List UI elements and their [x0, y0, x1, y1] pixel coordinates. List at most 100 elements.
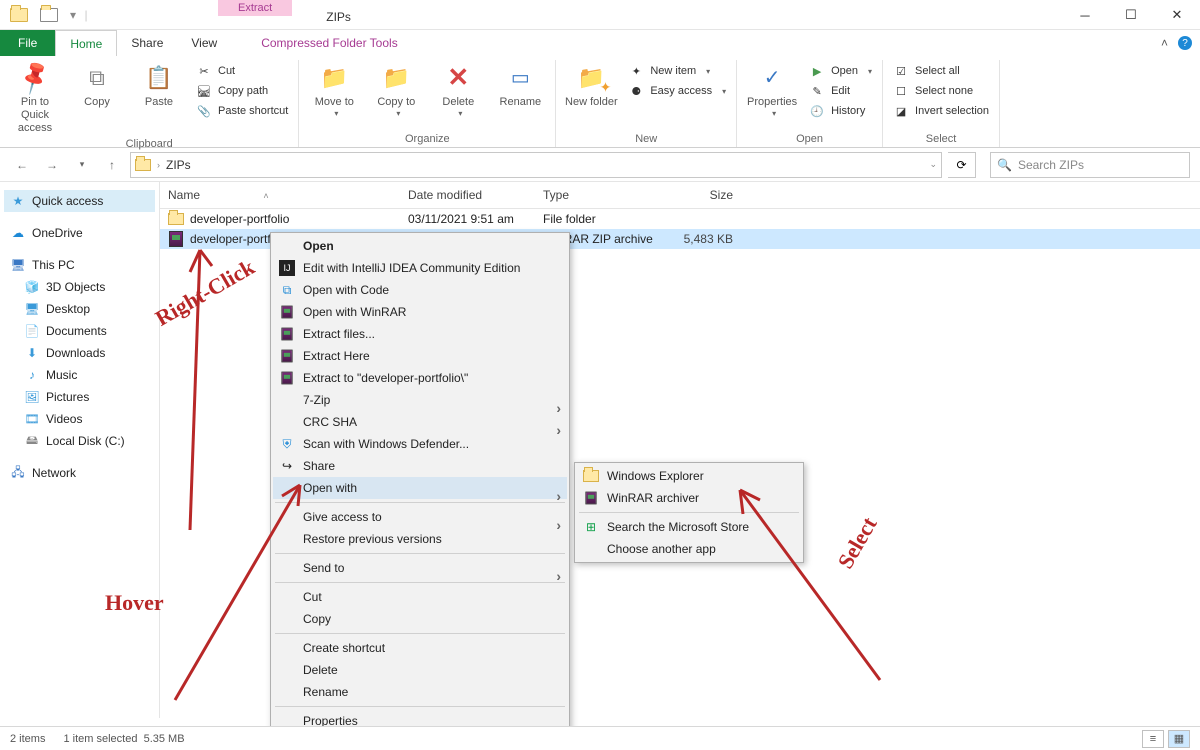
tab-compressed-tools[interactable]: Compressed Folder Tools: [247, 30, 412, 56]
ctx-give-access[interactable]: Give access to: [273, 506, 567, 528]
easy-access-button[interactable]: ⚈Easy access: [624, 82, 730, 100]
sidebar-3d-objects[interactable]: 🧊3D Objects: [4, 276, 155, 298]
search-input[interactable]: 🔍 Search ZIPs: [990, 152, 1190, 178]
ctx-open-with[interactable]: Open with: [273, 477, 567, 499]
ctx-crc[interactable]: CRC SHA: [273, 411, 567, 433]
ctx-defender[interactable]: ⛨Scan with Windows Defender...: [273, 433, 567, 455]
minimize-button[interactable]: ─: [1062, 0, 1108, 30]
pin-to-quick-access-button[interactable]: 📌Pin to Quick access: [6, 60, 64, 136]
qat-folder-icon[interactable]: [4, 0, 34, 30]
delete-button[interactable]: ✕Delete: [429, 60, 487, 119]
forward-button[interactable]: →: [40, 153, 64, 177]
submenu-store[interactable]: ⊞Search the Microsoft Store: [577, 516, 801, 538]
col-name[interactable]: Name ˄: [168, 182, 408, 208]
ctx-share[interactable]: ↪Share: [273, 455, 567, 477]
ctx-create-shortcut[interactable]: Create shortcut: [273, 637, 567, 659]
open-button[interactable]: ▶Open: [805, 62, 876, 80]
sidebar-network[interactable]: 🖧Network: [4, 462, 155, 484]
videos-icon: 🎞: [24, 411, 40, 427]
copy-to-button[interactable]: 📁Copy to: [367, 60, 425, 119]
paste-shortcut-button[interactable]: 📎Paste shortcut: [192, 102, 292, 120]
ctx-delete[interactable]: Delete: [273, 659, 567, 681]
tab-view[interactable]: View: [177, 30, 231, 56]
select-all-button[interactable]: ☑Select all: [889, 62, 993, 80]
cut-button[interactable]: ✂Cut: [192, 62, 292, 80]
sidebar-documents[interactable]: 📄Documents: [4, 320, 155, 342]
edit-button[interactable]: ✎Edit: [805, 82, 876, 100]
easy-access-icon: ⚈: [628, 83, 644, 99]
context-menu: Open IJEdit with IntelliJ IDEA Community…: [270, 232, 570, 735]
properties-button[interactable]: ✓Properties: [743, 60, 801, 119]
submenu-explorer[interactable]: Windows Explorer: [577, 465, 801, 487]
select-none-button[interactable]: ☐Select none: [889, 82, 993, 100]
new-item-button[interactable]: ✦New item: [624, 62, 730, 80]
thumbnails-view-button[interactable]: ▦: [1168, 730, 1190, 748]
tab-share[interactable]: Share: [117, 30, 177, 56]
col-type[interactable]: Type: [543, 182, 653, 208]
submenu-choose-app[interactable]: Choose another app: [577, 538, 801, 560]
invert-icon: ◪: [893, 103, 909, 119]
ctx-send-to[interactable]: Send to: [273, 557, 567, 579]
paste-button[interactable]: 📋Paste: [130, 60, 188, 109]
rename-button[interactable]: ▭Rename: [491, 60, 549, 109]
maximize-button[interactable]: ☐: [1108, 0, 1154, 30]
help-icon[interactable]: ?: [1178, 36, 1192, 50]
sidebar-local-disk[interactable]: 🖴Local Disk (C:): [4, 430, 155, 452]
copy-path-button[interactable]: 🛤Copy path: [192, 82, 292, 100]
collapse-ribbon-icon[interactable]: ˄: [1161, 36, 1168, 50]
col-size[interactable]: Size: [653, 182, 733, 208]
group-organize-label: Organize: [305, 131, 549, 147]
ctx-winrar-open[interactable]: Open with WinRAR: [273, 301, 567, 323]
status-item-count: 2 items: [10, 733, 45, 745]
sidebar-music[interactable]: ♪Music: [4, 364, 155, 386]
file-row-folder[interactable]: developer-portfolio 03/11/2021 9:51 am F…: [160, 209, 1200, 229]
ctx-cut[interactable]: Cut: [273, 586, 567, 608]
new-folder-button[interactable]: 📁✦New folder: [562, 60, 620, 109]
details-view-button[interactable]: ≡: [1142, 730, 1164, 748]
up-button[interactable]: ↑: [100, 153, 124, 177]
music-icon: ♪: [24, 367, 40, 383]
status-bar: 2 items 1 item selected 5.35 MB ≡ ▦: [0, 726, 1200, 750]
address-bar[interactable]: › ZIPs ⌄: [130, 152, 942, 178]
back-button[interactable]: ←: [10, 153, 34, 177]
tab-home[interactable]: Home: [55, 30, 117, 56]
refresh-button[interactable]: ⟳: [948, 152, 976, 178]
tab-file[interactable]: File: [0, 30, 55, 56]
col-date[interactable]: Date modified: [408, 182, 543, 208]
pictures-icon: 🖼: [24, 389, 40, 405]
ctx-extract-files[interactable]: Extract files...: [273, 323, 567, 345]
disk-icon: 🖴: [24, 433, 40, 449]
invert-selection-button[interactable]: ◪Invert selection: [889, 102, 993, 120]
ctx-restore-versions[interactable]: Restore previous versions: [273, 528, 567, 550]
history-button[interactable]: 🕘History: [805, 102, 876, 120]
move-to-button[interactable]: 📁Move to: [305, 60, 363, 119]
ctx-intellij[interactable]: IJEdit with IntelliJ IDEA Community Edit…: [273, 257, 567, 279]
ctx-7zip[interactable]: 7-Zip: [273, 389, 567, 411]
sidebar-pictures[interactable]: 🖼Pictures: [4, 386, 155, 408]
downloads-icon: ⬇: [24, 345, 40, 361]
ctx-rename[interactable]: Rename: [273, 681, 567, 703]
qat-dropdown[interactable]: ▾: [64, 0, 82, 30]
copy-button[interactable]: ⧉Copy: [68, 60, 126, 109]
sidebar-desktop[interactable]: 🖥Desktop: [4, 298, 155, 320]
sidebar-quick-access[interactable]: ★Quick access: [4, 190, 155, 212]
column-headers[interactable]: Name ˄ Date modified Type Size: [160, 182, 1200, 209]
close-button[interactable]: ✕: [1154, 0, 1200, 30]
ctx-extract-here[interactable]: Extract Here: [273, 345, 567, 367]
qat-props-icon[interactable]: [34, 0, 64, 30]
ctx-copy[interactable]: Copy: [273, 608, 567, 630]
ctx-vscode[interactable]: ⧉Open with Code: [273, 279, 567, 301]
ribbon-tabs: File Home Share View Compressed Folder T…: [0, 30, 1200, 56]
sidebar-this-pc[interactable]: 🖥This PC: [4, 254, 155, 276]
sidebar-onedrive[interactable]: ☁OneDrive: [4, 222, 155, 244]
winrar-icon: [279, 326, 295, 342]
ctx-open[interactable]: Open: [273, 235, 567, 257]
cube-icon: 🧊: [24, 279, 40, 295]
extract-context-header: Extract: [218, 0, 292, 16]
submenu-winrar[interactable]: WinRAR archiver: [577, 487, 801, 509]
ctx-extract-to[interactable]: Extract to "developer-portfolio\": [273, 367, 567, 389]
sidebar-videos[interactable]: 🎞Videos: [4, 408, 155, 430]
breadcrumb[interactable]: ZIPs: [166, 158, 191, 172]
sidebar-downloads[interactable]: ⬇Downloads: [4, 342, 155, 364]
recent-dropdown[interactable]: ▾: [70, 153, 94, 177]
